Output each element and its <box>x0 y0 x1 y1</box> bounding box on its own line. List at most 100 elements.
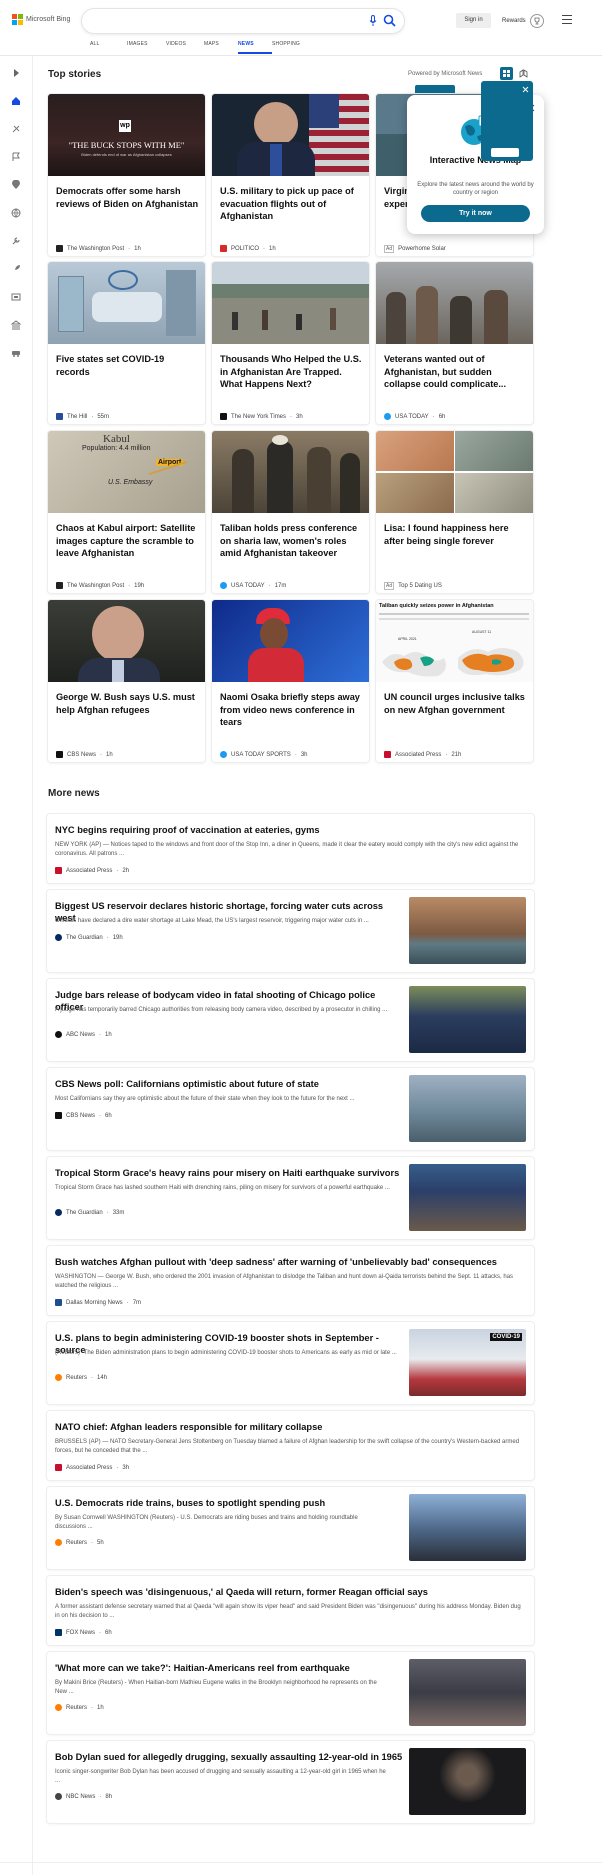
story-title[interactable]: Taliban holds press conference on sharia… <box>220 522 363 560</box>
wrench-icon[interactable] <box>11 236 21 246</box>
news-source[interactable]: NBC News · 8h <box>55 1793 112 1800</box>
story-card[interactable]: Kabul Population: 4.4 million Airport U.… <box>48 431 205 593</box>
story-title[interactable]: Chaos at Kabul airport: Satellite images… <box>56 522 199 560</box>
story-title[interactable]: UN council urges inclusive talks on new … <box>384 691 527 716</box>
news-source[interactable]: Associated Press · 3h <box>55 1464 129 1471</box>
news-thumbnail[interactable] <box>409 986 526 1053</box>
sports-icon[interactable] <box>11 124 21 134</box>
story-source[interactable]: CBS News · 1h <box>56 751 113 758</box>
story-card[interactable]: Veterans wanted out of Afghanistan, but … <box>376 262 533 424</box>
news-thumbnail[interactable] <box>409 1494 526 1561</box>
news-item[interactable]: Bush watches Afghan pullout with 'deep s… <box>47 1246 534 1315</box>
news-item[interactable]: Tropical Storm Grace's heavy rains pour … <box>47 1157 534 1239</box>
news-map-teaser[interactable] <box>481 81 533 161</box>
story-source[interactable]: The New York Times · 3h <box>220 413 303 420</box>
news-title[interactable]: Bush watches Afghan pullout with 'deep s… <box>55 1256 525 1268</box>
bank-icon[interactable] <box>11 320 21 330</box>
story-card[interactable]: George W. Bush says U.S. must help Afgha… <box>48 600 205 762</box>
story-card[interactable]: Five states set COVID-19 records The Hil… <box>48 262 205 424</box>
news-source[interactable]: CBS News · 6h <box>55 1112 112 1119</box>
story-title[interactable]: Thousands Who Helped the U.S. in Afghani… <box>220 353 363 391</box>
news-source[interactable]: Reuters · 5h <box>55 1539 104 1546</box>
map-view-button[interactable] <box>517 67 530 80</box>
film-icon[interactable] <box>11 292 21 302</box>
rocket-icon[interactable] <box>11 264 21 274</box>
ad-card[interactable]: Lisa: I found happiness here after being… <box>376 431 533 593</box>
news-item[interactable]: Biden's speech was 'disingenuous,' al Qa… <box>47 1576 534 1645</box>
news-title[interactable]: NYC begins requiring proof of vaccinatio… <box>55 824 525 836</box>
story-title[interactable]: Democrats offer some harsh reviews of Bi… <box>56 185 199 210</box>
rewards-button[interactable]: Rewards <box>502 13 544 28</box>
news-title[interactable]: Bob Dylan sued for allegedly drugging, s… <box>55 1751 405 1763</box>
search-icon[interactable] <box>383 14 396 27</box>
story-source[interactable]: Associated Press · 21h <box>384 751 461 758</box>
tab-news[interactable]: NEWS <box>238 41 272 54</box>
news-title[interactable]: Tropical Storm Grace's heavy rains pour … <box>55 1167 405 1179</box>
story-card[interactable]: Taliban holds press conference on sharia… <box>212 431 369 593</box>
tab-all[interactable]: ALL <box>90 41 127 47</box>
news-source[interactable]: ABC News · 1h <box>55 1031 112 1038</box>
story-source[interactable]: USA TODAY SPORTS · 3h <box>220 751 308 758</box>
story-card[interactable]: Naomi Osaka briefly steps away from vide… <box>212 600 369 762</box>
news-source[interactable]: Reuters · 1h <box>55 1704 104 1711</box>
search-input[interactable] <box>94 14 334 28</box>
story-card[interactable]: U.S. military to pick up pace of evacuat… <box>212 94 369 256</box>
news-title[interactable]: U.S. Democrats ride trains, buses to spo… <box>55 1497 405 1509</box>
microphone-icon[interactable] <box>369 15 377 27</box>
news-title[interactable]: NATO chief: Afghan leaders responsible f… <box>55 1421 525 1433</box>
story-source[interactable]: USA TODAY · 6h <box>384 413 445 420</box>
news-source[interactable]: Reuters · 14h <box>55 1374 107 1381</box>
grid-view-button[interactable] <box>500 67 513 80</box>
story-title[interactable]: Five states set COVID-19 records <box>56 353 199 378</box>
try-it-now-button[interactable]: Try it now <box>421 205 530 222</box>
news-thumbnail[interactable] <box>409 1164 526 1231</box>
close-icon[interactable] <box>522 86 529 93</box>
hamburger-menu-icon[interactable] <box>562 15 572 24</box>
news-title[interactable]: CBS News poll: Californians optimistic a… <box>55 1078 405 1090</box>
story-title[interactable]: George W. Bush says U.S. must help Afgha… <box>56 691 199 716</box>
ad-source[interactable]: Ad Top 5 Dating US <box>384 582 442 590</box>
story-source[interactable]: USA TODAY · 17m <box>220 582 286 589</box>
home-icon[interactable] <box>11 96 21 106</box>
search-box[interactable] <box>82 9 404 33</box>
ad-title[interactable]: Lisa: I found happiness here after being… <box>384 522 527 547</box>
expand-sidebar-icon[interactable] <box>11 68 21 78</box>
story-source[interactable]: The Washington Post · 19h <box>56 582 144 589</box>
news-item[interactable]: 'What more can we take?': Haitian-Americ… <box>47 1652 534 1734</box>
globe-icon[interactable] <box>11 208 21 218</box>
news-source[interactable]: FOX News · 6h <box>55 1629 112 1636</box>
tab-images[interactable]: IMAGES <box>127 41 166 47</box>
story-card[interactable]: Taliban quickly seizes power in Afghanis… <box>376 600 533 762</box>
news-title[interactable]: Biden's speech was 'disingenuous,' al Qa… <box>55 1586 525 1598</box>
news-thumbnail[interactable] <box>409 1075 526 1142</box>
location-pin-icon[interactable] <box>11 180 21 190</box>
news-item[interactable]: U.S. plans to begin administering COVID-… <box>47 1322 534 1404</box>
news-item[interactable]: NATO chief: Afghan leaders responsible f… <box>47 1411 534 1480</box>
story-title[interactable]: U.S. military to pick up pace of evacuat… <box>220 185 363 223</box>
news-item[interactable]: Judge bars release of bodycam video in f… <box>47 979 534 1061</box>
news-thumbnail[interactable]: COVID-19 <box>409 1329 526 1396</box>
tab-videos[interactable]: VIDEOS <box>166 41 204 47</box>
story-card[interactable]: Thousands Who Helped the U.S. in Afghani… <box>212 262 369 424</box>
ad-source[interactable]: Ad Powerhome Solar <box>384 245 446 253</box>
news-item[interactable]: U.S. Democrats ride trains, buses to spo… <box>47 1487 534 1569</box>
sign-in-button[interactable]: Sign in <box>456 13 491 28</box>
tab-maps[interactable]: MAPS <box>204 41 238 47</box>
story-title[interactable]: Naomi Osaka briefly steps away from vide… <box>220 691 363 729</box>
news-thumbnail[interactable] <box>409 897 526 964</box>
story-source[interactable]: The Hill · 55m <box>56 413 109 420</box>
flag-icon[interactable] <box>11 152 21 162</box>
news-source[interactable]: Dallas Morning News · 7m <box>55 1299 141 1306</box>
news-item[interactable]: NYC begins requiring proof of vaccinatio… <box>47 814 534 883</box>
bing-logo[interactable]: Microsoft Bing <box>12 14 70 25</box>
story-title[interactable]: Veterans wanted out of Afghanistan, but … <box>384 353 527 391</box>
news-source[interactable]: The Guardian · 33m <box>55 1209 124 1216</box>
tab-shopping[interactable]: SHOPPING <box>272 41 312 47</box>
story-card[interactable]: wp "THE BUCK STOPS WITH ME" Biden defend… <box>48 94 205 256</box>
story-source[interactable]: POLITICO · 1h <box>220 245 276 252</box>
news-item[interactable]: Biggest US reservoir declares historic s… <box>47 890 534 972</box>
car-icon[interactable] <box>11 348 21 358</box>
news-title[interactable]: 'What more can we take?': Haitian-Americ… <box>55 1662 405 1674</box>
news-source[interactable]: Associated Press · 2h <box>55 867 129 874</box>
news-item[interactable]: CBS News poll: Californians optimistic a… <box>47 1068 534 1150</box>
